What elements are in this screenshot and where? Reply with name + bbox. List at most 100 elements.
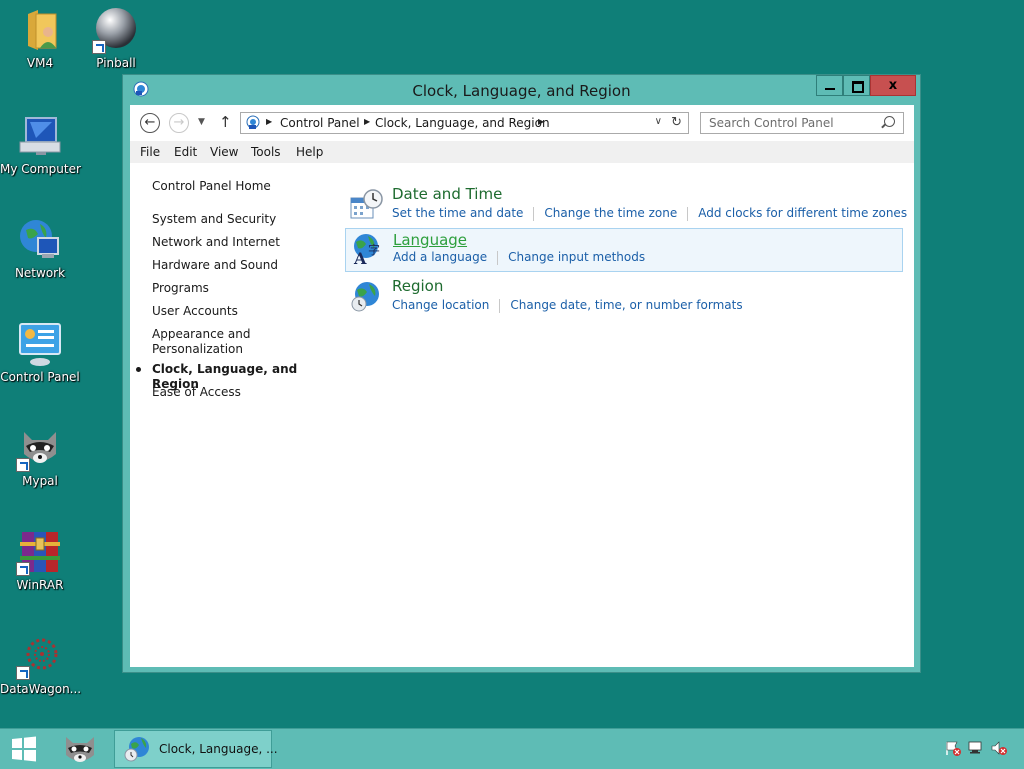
link-add-language[interactable]: Add a language	[393, 250, 487, 264]
network-tray-icon[interactable]	[967, 740, 985, 756]
breadcrumb-clock-language-region[interactable]: Clock, Language, and Region	[375, 116, 550, 130]
winrar-books-icon	[16, 528, 64, 576]
desktop-icon-label: DataWagon...	[0, 682, 82, 696]
datawagon-gear-icon	[16, 632, 64, 680]
navigation-bar: ← → ▼ ↑ ▶ Control Panel ▶ Clock, Languag	[130, 105, 914, 141]
desktop-icon-label: Mypal	[22, 474, 58, 488]
sidebar-item-ease-of-access[interactable]: Ease of Access	[152, 385, 322, 400]
sidebar-item-appearance[interactable]: Appearance and Personalization	[152, 327, 322, 357]
link-add-clocks[interactable]: Add clocks for different time zones	[698, 206, 907, 220]
category-links: Set the time and date Change the time zon…	[392, 206, 907, 221]
clock-calendar-icon	[349, 188, 383, 222]
breadcrumb-control-panel[interactable]: Control Panel	[280, 116, 360, 130]
sidebar-item-programs[interactable]: Programs	[152, 281, 322, 296]
action-center-flag-icon[interactable]	[944, 740, 962, 756]
start-button[interactable]	[8, 735, 40, 763]
menu-help[interactable]: Help	[296, 145, 323, 159]
sidebar-item-hardware-sound[interactable]: Hardware and Sound	[152, 258, 322, 273]
desktop-icon-label: Pinball	[96, 56, 136, 70]
category-title-language[interactable]: Language	[393, 231, 467, 249]
shortcut-arrow-icon	[16, 666, 30, 680]
desktop-icon-network[interactable]: Network	[0, 216, 80, 280]
menu-file[interactable]: File	[140, 145, 160, 159]
menu-view[interactable]: View	[210, 145, 238, 159]
desktop-icon-pinball[interactable]: Pinball	[76, 6, 156, 70]
category-language: A 字 Language Add a language Change input …	[345, 228, 903, 272]
close-button[interactable]: x	[870, 75, 916, 96]
control-panel-globe-icon	[123, 735, 151, 763]
desktop-icon-label: My Computer	[0, 162, 81, 176]
shortcut-arrow-icon	[16, 562, 30, 576]
minimize-button[interactable]	[816, 75, 843, 96]
shortcut-arrow-icon	[92, 40, 106, 54]
window-client-area: ← → ▼ ↑ ▶ Control Panel ▶ Clock, Languag	[130, 105, 914, 667]
desktop-icon-vm4[interactable]: VM4	[0, 6, 80, 70]
maximize-button[interactable]	[843, 75, 870, 96]
forward-button[interactable]: →	[169, 113, 189, 133]
raccoon-icon	[16, 424, 64, 472]
breadcrumb-chevron-icon[interactable]: ▶	[266, 117, 272, 126]
control-panel-icon	[16, 320, 64, 368]
sidebar-item-system-security[interactable]: System and Security	[152, 212, 322, 227]
link-separator	[687, 206, 689, 221]
control-panel-icon	[245, 115, 261, 131]
desktop-icon-datawagon[interactable]: DataWagon...	[0, 632, 82, 696]
forward-arrow-icon: →	[173, 115, 185, 130]
desktop-icon-mypal[interactable]: Mypal	[0, 424, 80, 488]
category-links: Add a language Change input methods	[393, 250, 645, 265]
link-change-location[interactable]: Change location	[392, 298, 489, 312]
category-region: Region Change location Change date, time,…	[345, 277, 903, 321]
desktop-icon-label: VM4	[26, 56, 54, 70]
volume-muted-icon[interactable]	[990, 740, 1008, 756]
breadcrumb-chevron-icon[interactable]: ▶	[364, 117, 370, 126]
refresh-icon[interactable]: ↻	[671, 115, 682, 130]
recent-locations-dropdown[interactable]: ▼	[198, 117, 205, 127]
sidebar-item-user-accounts[interactable]: User Accounts	[152, 304, 322, 319]
shortcut-arrow-icon	[16, 458, 30, 472]
category-date-time: Date and Time Set the time and date Chang…	[345, 185, 907, 229]
category-links: Change location Change date, time, or num…	[392, 298, 743, 313]
control-panel-window[interactable]: Clock, Language, and Region x ← → ▼ ↑ ▶ …	[122, 74, 921, 673]
link-change-input-methods[interactable]: Change input methods	[508, 250, 645, 264]
link-change-time-zone[interactable]: Change the time zone	[544, 206, 677, 220]
desktop-icon-winrar[interactable]: WinRAR	[0, 528, 80, 592]
search-box[interactable]	[700, 112, 904, 134]
computer-icon	[16, 112, 64, 160]
search-icon[interactable]	[884, 116, 895, 127]
network-globe-icon	[16, 216, 64, 264]
menu-edit[interactable]: Edit	[174, 145, 197, 159]
user-folder-icon	[16, 6, 64, 54]
desktop-icon-my-computer[interactable]: My Computer	[0, 112, 81, 176]
up-arrow-button[interactable]: ↑	[219, 113, 232, 131]
link-change-formats[interactable]: Change date, time, or number formats	[510, 298, 742, 312]
back-button[interactable]: ←	[140, 113, 160, 133]
windows-logo-icon	[12, 736, 36, 762]
chevron-down-icon[interactable]: ∨	[655, 116, 662, 127]
svg-text:字: 字	[368, 242, 380, 257]
title-bar[interactable]: Clock, Language, and Region x	[123, 75, 920, 105]
menu-bar: File Edit View Tools Help	[130, 141, 914, 163]
breadcrumb-chevron-icon[interactable]: ▶	[538, 117, 544, 126]
menu-tools[interactable]: Tools	[251, 145, 281, 159]
category-title-region[interactable]: Region	[392, 277, 443, 295]
window-title: Clock, Language, and Region	[412, 82, 631, 100]
region-globe-icon	[349, 280, 383, 314]
back-arrow-icon: ←	[144, 115, 156, 130]
link-set-time-date[interactable]: Set the time and date	[392, 206, 523, 220]
taskbar-button-control-panel[interactable]: Clock, Language, ...	[114, 730, 278, 768]
raccoon-icon	[66, 737, 94, 762]
desktop-icon-control-panel[interactable]: Control Panel	[0, 320, 80, 384]
pinball-icon	[92, 6, 140, 54]
desktop-icon-label: Control Panel	[0, 370, 80, 384]
link-separator	[533, 206, 535, 221]
desktop-icon-label: WinRAR	[16, 578, 64, 592]
taskbar-button-label: Clock, Language, ...	[159, 742, 278, 756]
close-icon: x	[888, 78, 898, 93]
address-bar[interactable]: ▶ Control Panel ▶ Clock, Language, and R…	[240, 112, 689, 134]
sidebar-item-control-panel-home[interactable]: Control Panel Home	[152, 179, 322, 194]
desktop-icon-label: Network	[14, 266, 66, 280]
sidebar-item-network-internet[interactable]: Network and Internet	[152, 235, 322, 250]
category-title-date-time[interactable]: Date and Time	[392, 185, 502, 203]
taskbar-pinned-mypal[interactable]	[60, 733, 100, 765]
search-input[interactable]	[701, 113, 893, 133]
